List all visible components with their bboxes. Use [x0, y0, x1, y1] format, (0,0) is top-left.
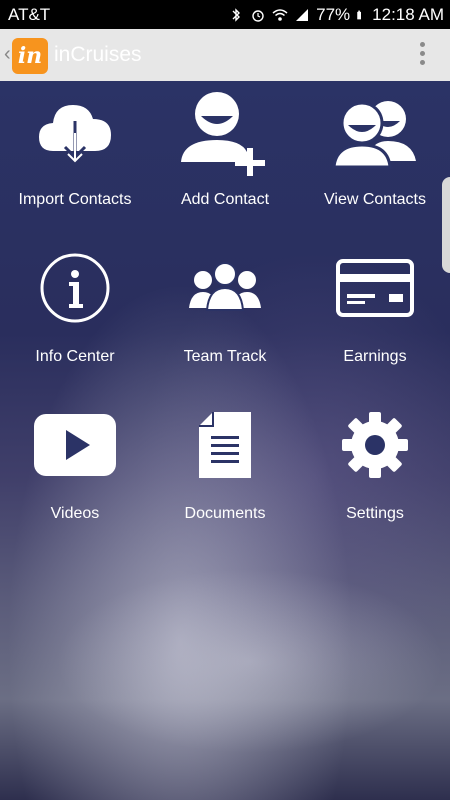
status-icons: 77% 12:18 AM [228, 5, 444, 25]
document-icon [199, 412, 251, 478]
cruise-ship-backdrop [40, 561, 450, 761]
credit-card-icon [336, 259, 414, 317]
people-icon [332, 101, 416, 169]
menu-item-documents[interactable]: Documents [150, 395, 300, 545]
menu-item-label: Videos [50, 505, 100, 522]
signal-icon [296, 9, 309, 21]
menu-item-label: Info Center [35, 348, 115, 365]
menu-item-label: Import Contacts [18, 191, 132, 208]
menu-item-label: Settings [346, 505, 404, 522]
status-bar: AT&T 77% 12:18 AM [0, 0, 450, 29]
gear-icon [342, 412, 408, 478]
menu-item-label: Team Track [183, 348, 267, 365]
clock: 12:18 AM [372, 5, 444, 24]
wifi-icon [272, 9, 288, 21]
menu-item-label: Add Contact [180, 191, 270, 208]
menu-item-label: View Contacts [324, 191, 426, 208]
battery-percent: 77% [316, 5, 351, 24]
menu-item-info-center[interactable]: Info Center [0, 238, 150, 388]
carrier-label: AT&T [8, 5, 51, 24]
menu-item-label: Documents [184, 505, 266, 522]
app-logo[interactable]: in [12, 38, 48, 74]
menu-item-label: Earnings [343, 348, 407, 365]
alarm-icon [252, 10, 264, 22]
add-person-icon [181, 92, 265, 176]
overflow-menu-icon[interactable] [420, 42, 426, 66]
menu-item-settings[interactable]: Settings [300, 395, 450, 545]
menu-item-import-contacts[interactable]: Import Contacts [0, 81, 150, 231]
menu-item-earnings[interactable]: Earnings [300, 238, 450, 388]
bluetooth-icon [232, 8, 241, 22]
app-bar: ‹ in inCruises [0, 29, 450, 82]
app-title: inCruises [54, 43, 142, 66]
menu-item-team-track[interactable]: Team Track [150, 238, 300, 388]
menu-item-view-contacts[interactable]: View Contacts [300, 81, 450, 231]
battery-icon [357, 10, 362, 20]
menu-item-add-contact[interactable]: Add Contact [150, 81, 300, 231]
play-icon [34, 414, 116, 476]
menu-item-videos[interactable]: Videos [0, 395, 150, 545]
back-chevron-icon[interactable]: ‹ [4, 43, 11, 66]
info-icon [40, 253, 110, 323]
cloud-download-icon [39, 105, 111, 163]
team-icon [189, 262, 261, 311]
